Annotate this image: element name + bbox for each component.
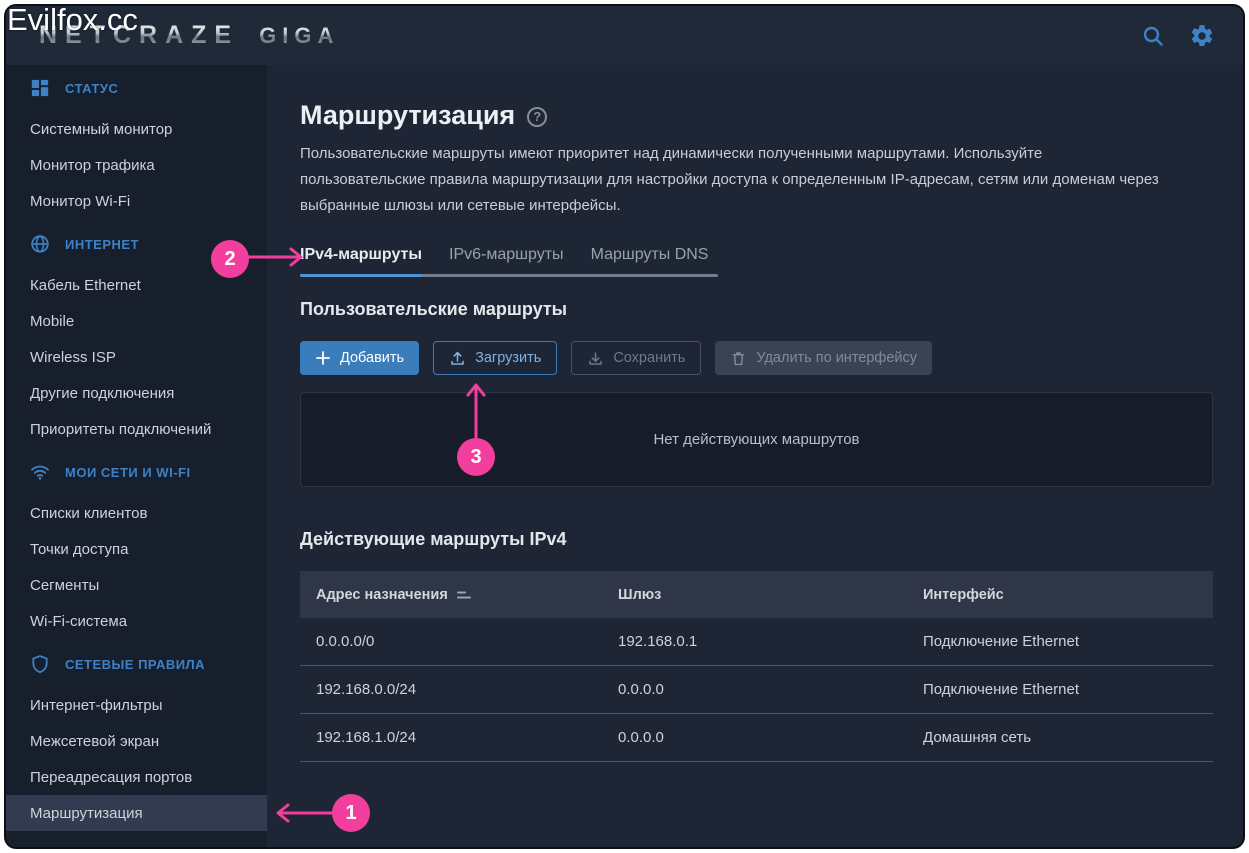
sidebar-item-other-connections[interactable]: Другие подключения	[6, 375, 267, 411]
cell-destination: 0.0.0.0/0	[316, 633, 618, 650]
annotation-step-2: 2	[211, 240, 249, 278]
gear-icon[interactable]	[1189, 23, 1215, 49]
sidebar-section-label: СЕТЕВЫЕ ПРАВИЛА	[65, 657, 205, 672]
dashboard-icon	[30, 78, 50, 98]
sidebar: СТАТУС Системный монитор Монитор трафика…	[6, 65, 267, 847]
search-icon[interactable]	[1141, 24, 1165, 48]
sidebar-item-routing[interactable]: Маршрутизация	[6, 795, 267, 831]
sidebar-item-connection-priorities[interactable]: Приоритеты подключений	[6, 411, 267, 447]
sidebar-item-port-forwarding[interactable]: Переадресация портов	[6, 759, 267, 795]
routes-tab-bar: IPv4-маршруты IPv6-маршруты Маршруты DNS	[300, 240, 718, 277]
sidebar-section-label: ИНТЕРНЕТ	[65, 237, 139, 252]
user-routes-heading: Пользовательские маршруты	[300, 299, 1213, 320]
shield-icon	[30, 654, 50, 674]
sidebar-item-wifi-monitor[interactable]: Монитор Wi-Fi	[6, 183, 267, 219]
table-row: 192.168.0.0/24 0.0.0.0 Подключение Ether…	[300, 666, 1213, 714]
sidebar-item-segments[interactable]: Сегменты	[6, 567, 267, 603]
tab-dns-routes[interactable]: Маршруты DNS	[591, 240, 709, 277]
plus-icon	[315, 350, 331, 366]
trash-icon	[730, 350, 747, 367]
sidebar-section-label: МОИ СЕТИ И WI-FI	[65, 465, 191, 480]
sidebar-item-traffic-monitor[interactable]: Монитор трафика	[6, 147, 267, 183]
sidebar-item-mobile[interactable]: Mobile	[6, 303, 267, 339]
cell-gateway: 0.0.0.0	[618, 681, 923, 698]
annotation-step-1: 1	[332, 794, 370, 832]
cell-gateway: 192.168.0.1	[618, 633, 923, 650]
globe-icon	[30, 234, 50, 254]
sidebar-item-wifi-system[interactable]: Wi-Fi-система	[6, 603, 267, 639]
tab-ipv4-routes[interactable]: IPv4-маршруты	[300, 240, 422, 277]
top-bar: NETCRAZE GIGA	[6, 6, 1243, 65]
page-title: Маршрутизация	[300, 99, 515, 131]
column-gateway: Шлюз	[618, 587, 923, 603]
cell-interface: Домашняя сеть	[923, 729, 1197, 746]
sidebar-item-client-lists[interactable]: Списки клиентов	[6, 495, 267, 531]
sidebar-section-label: СТАТУС	[65, 81, 118, 96]
column-destination-sort[interactable]: Адрес назначения	[316, 587, 471, 603]
table-row: 192.168.1.0/24 0.0.0.0 Домашняя сеть	[300, 714, 1213, 762]
sidebar-item-wireless-isp[interactable]: Wireless ISP	[6, 339, 267, 375]
screenshot-frame: NETCRAZE GIGA	[0, 0, 1249, 853]
sidebar-item-internet-filters[interactable]: Интернет-фильтры	[6, 687, 267, 723]
sidebar-section-status[interactable]: СТАТУС	[6, 70, 267, 106]
download-icon	[587, 350, 604, 367]
wifi-icon	[30, 462, 50, 482]
help-icon[interactable]: ?	[527, 107, 547, 127]
annotation-step-3: 3	[457, 438, 495, 476]
save-routes-button[interactable]: Сохранить	[571, 341, 701, 375]
table-row: 0.0.0.0/0 192.168.0.1 Подключение Ethern…	[300, 618, 1213, 666]
annotation-arrow-up	[464, 378, 488, 440]
empty-state-message: Нет действующих маршрутов	[653, 431, 859, 448]
cell-destination: 192.168.0.0/24	[316, 681, 618, 698]
sort-icon	[457, 589, 471, 601]
annotation-arrow-right	[246, 245, 308, 269]
sidebar-item-access-points[interactable]: Точки доступа	[6, 531, 267, 567]
sidebar-item-firewall[interactable]: Межсетевой экран	[6, 723, 267, 759]
column-interface: Интерфейс	[923, 587, 1197, 603]
active-routes-table: Адрес назначения Шлюз Интерфейс 0.0.0.0/…	[300, 571, 1213, 762]
main-content: Маршрутизация ? Пользовательские маршрут…	[267, 65, 1243, 847]
delete-by-interface-button[interactable]: Удалить по интерфейсу	[715, 341, 932, 375]
annotation-arrow-left	[271, 801, 335, 825]
add-route-button[interactable]: Добавить	[300, 341, 419, 375]
active-routes-heading: Действующие маршруты IPv4	[300, 529, 1213, 550]
sidebar-item-system-monitor[interactable]: Системный монитор	[6, 111, 267, 147]
page-description: Пользовательские маршруты имеют приорите…	[300, 141, 1162, 219]
tab-ipv6-routes[interactable]: IPv6-маршруты	[449, 240, 564, 277]
user-routes-toolbar: Добавить Загрузить С	[300, 341, 1213, 375]
cell-interface: Подключение Ethernet	[923, 633, 1197, 650]
cell-interface: Подключение Ethernet	[923, 681, 1197, 698]
sidebar-section-network-rules[interactable]: СЕТЕВЫЕ ПРАВИЛА	[6, 646, 267, 682]
watermark-text: Evilfox.cc	[7, 2, 138, 38]
cell-gateway: 0.0.0.0	[618, 729, 923, 746]
upload-routes-button[interactable]: Загрузить	[433, 341, 557, 375]
user-routes-empty-state: Нет действующих маршрутов	[300, 392, 1213, 487]
sidebar-section-my-networks[interactable]: МОИ СЕТИ И WI-FI	[6, 454, 267, 490]
logo-model-text: GIGA	[259, 23, 339, 49]
cell-destination: 192.168.1.0/24	[316, 729, 618, 746]
table-header-row: Адрес назначения Шлюз Интерфейс	[300, 571, 1213, 618]
router-admin-app: NETCRAZE GIGA	[6, 6, 1243, 847]
upload-icon	[449, 350, 466, 367]
